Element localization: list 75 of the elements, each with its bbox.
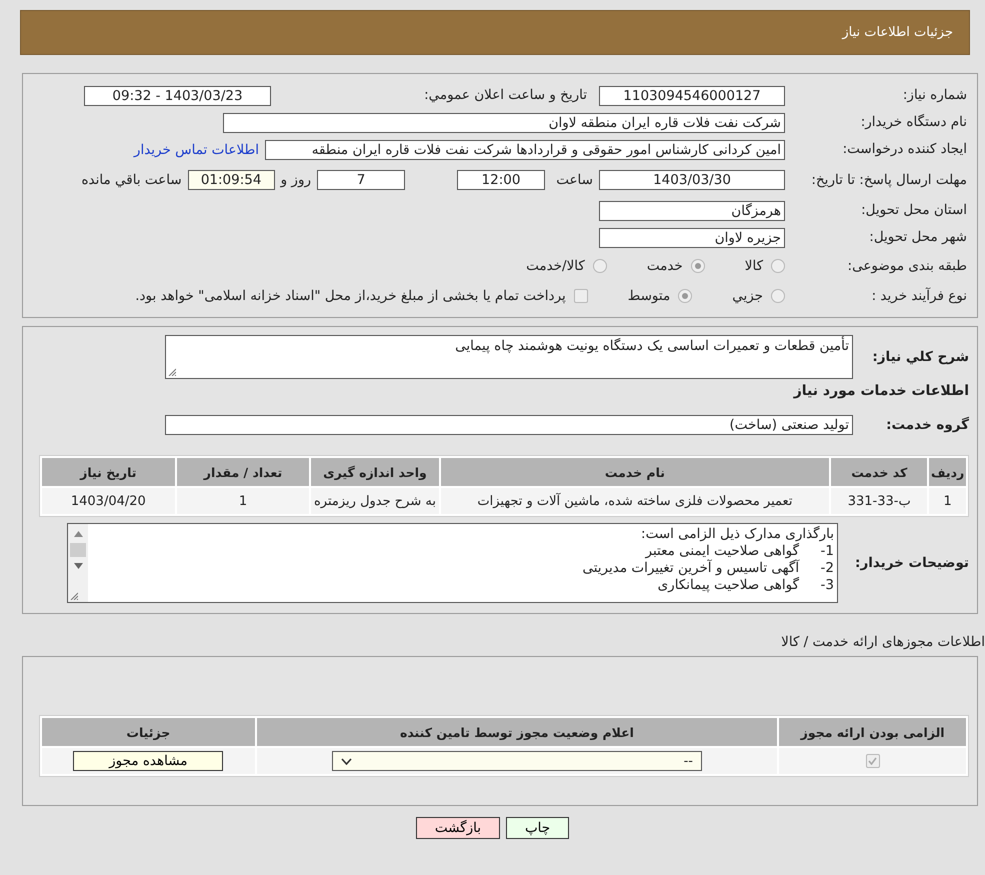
field-label: گروه خدمت: <box>885 418 969 432</box>
scrollbar-thumb[interactable] <box>70 543 86 557</box>
buyer-contact-link[interactable]: اطلاعات تماس خریدار <box>134 142 259 158</box>
field-label: شماره نیاز: <box>902 88 967 103</box>
column-header: اعلام وضعیت مجوز توسط تامین کننده <box>256 718 778 746</box>
field-label: توضیحات خریدار: <box>854 556 969 570</box>
field-label: نام دستگاه خریدار: <box>860 115 967 130</box>
resize-grip-icon[interactable] <box>70 592 78 600</box>
chevron-down-icon <box>340 758 352 764</box>
remaining-label: ساعت باقي مانده <box>81 172 182 188</box>
column-header: نام خدمت <box>440 458 830 486</box>
checkmark-icon <box>868 756 878 764</box>
column-header: تاریخ نیاز <box>42 458 175 486</box>
checkbox[interactable] <box>866 754 880 768</box>
radio-label: متوسط <box>628 288 670 304</box>
time-field[interactable]: 12:00 <box>457 170 545 190</box>
radio-button[interactable] <box>592 259 607 273</box>
field-label: طبقه بندی موضوعی: <box>846 258 967 274</box>
scroll-down-icon[interactable] <box>74 563 82 569</box>
radio-button[interactable] <box>678 289 692 303</box>
field-label: تاریخ و ساعت اعلان عمومي: <box>423 88 588 103</box>
radio-label: جزيي <box>732 288 763 304</box>
field-label: شهر محل تحویل: <box>868 230 967 245</box>
checkbox-label: پرداخت تمام یا بخشی از مبلغ خرید،از محل "اسناد خزانه اسلامی" خواهد بود. <box>135 288 566 304</box>
buyer-notes-textarea[interactable]: بارگذاری مدارک ذیل الزامی است: 1- گواهی صلاحیت ایمنی معتبر 2- آگهی تاسیس و آخرین تغییرات مدیریتی 3- گواهی صلاحیت پیمانکاری <box>67 523 838 603</box>
scroll-up-icon[interactable] <box>74 531 82 537</box>
resize-grip-icon[interactable] <box>168 368 176 376</box>
field-label: شرح كلي نياز: <box>871 350 969 364</box>
print-button[interactable]: چاپ <box>506 817 570 839</box>
page-title: جزئیات اطلاعات نیاز <box>20 10 970 55</box>
note-line: بارگذاری مدارک ذیل الزامی است: <box>640 526 834 543</box>
table-cell: به شرح جدول ریزمتره <box>311 488 439 514</box>
table-cell: تعمیر محصولات فلزی ساخته شده، ماشین آلات و تجهیزات <box>440 488 830 514</box>
column-header: الزامی بودن ارائه مجوز <box>779 718 966 746</box>
input-field[interactable]: هرمزگان <box>599 200 785 220</box>
table-cell: 1 <box>929 488 966 514</box>
input-field[interactable]: امین کردانی کارشناس امور حقوقی و قراردادها شرکت نفت فلات قاره ایران منطقه <box>265 140 785 160</box>
time-label: ساعت <box>555 172 593 188</box>
status-select[interactable]: -- <box>332 751 702 771</box>
description-textarea[interactable]: تأمین قطعات و تعمیرات اساسی یک دستگاه یونیت هوشمند چاه پیمایی <box>165 335 853 379</box>
input-field[interactable]: جزیره لاوان <box>599 228 785 248</box>
column-header: تعداد / مقدار <box>176 458 310 486</box>
back-button[interactable]: بازگشت <box>416 817 500 839</box>
days-field[interactable]: 7 <box>317 170 405 190</box>
column-header: جزئیات <box>42 718 255 746</box>
field-label: استان محل تحویل: <box>860 203 967 218</box>
note-line: 1- گواهی صلاحیت ایمنی معتبر <box>644 543 834 560</box>
radio-button[interactable] <box>771 289 785 303</box>
column-header: کد خدمت <box>831 458 928 486</box>
field-label: مهلت ارسال پاسخ: تا تاریخ: <box>810 172 967 188</box>
section-title: اطلاعات خدمات مورد نیاز <box>792 382 969 401</box>
view-permit-button[interactable]: مشاهده مجوز <box>73 751 224 771</box>
radio-label: کالا <box>744 258 763 274</box>
radio-label: کالا/خدمت <box>526 258 585 274</box>
column-header: واحد اندازه گیری <box>311 458 439 486</box>
radio-button[interactable] <box>690 259 705 273</box>
input-field[interactable]: 1403/03/23 - 09:32 <box>84 86 271 106</box>
input-field[interactable]: 1103094546000127 <box>599 86 785 106</box>
radio-label: خدمت <box>646 258 683 274</box>
checkbox[interactable] <box>574 289 588 303</box>
table-cell: 1403/04/20 <box>42 488 175 514</box>
input-field[interactable]: تولید صنعتی (ساخت) <box>165 415 853 435</box>
section-title: اطلاعات مجوزهای ارائه خدمت / کالا <box>780 633 985 650</box>
remaining-time-field: 01:09:54 <box>188 170 275 190</box>
table-cell: 1 <box>176 488 310 514</box>
note-line: 3- گواهی صلاحیت پیمانکاری <box>656 577 834 594</box>
date-field[interactable]: 1403/03/30 <box>599 170 785 190</box>
radio-button[interactable] <box>771 259 785 273</box>
table-cell: ب-33-331 <box>831 488 928 514</box>
input-field[interactable]: شرکت نفت فلات قاره ایران منطقه لاوان <box>223 112 785 132</box>
field-label: نوع فرآیند خرید : <box>870 288 967 304</box>
column-header: ردیف <box>929 458 966 486</box>
days-label: روز و <box>280 172 311 188</box>
field-label: ایجاد کننده درخواست: <box>842 142 967 157</box>
note-line: 2- آگهی تاسیس و آخرین تغییرات مدیریتی <box>581 560 834 577</box>
